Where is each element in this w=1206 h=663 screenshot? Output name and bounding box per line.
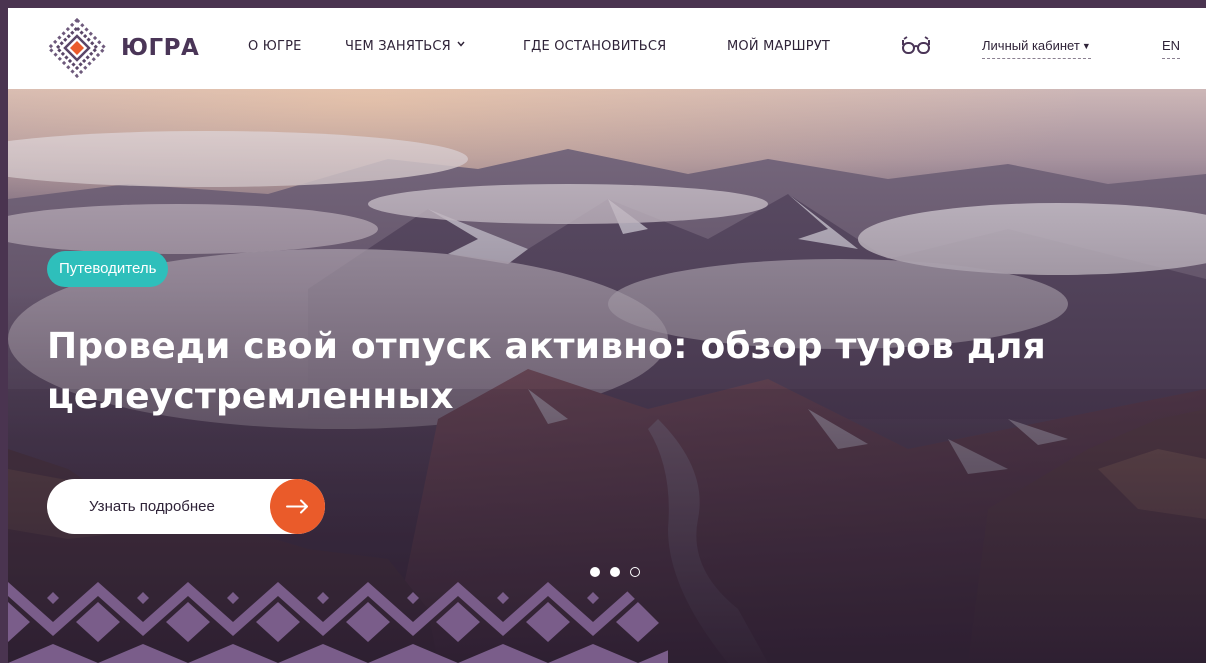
- site-header: ЮГРА О ЮГРЕ ЧЕМ ЗАНЯТЬСЯ ГДЕ ОСТАНОВИТЬС…: [8, 8, 1206, 89]
- arrow-right-icon: [270, 479, 325, 534]
- nav-activities-label: ЧЕМ ЗАНЯТЬСЯ: [345, 39, 451, 54]
- slider-dot-2[interactable]: [610, 567, 620, 577]
- logo-text: ЮГРА: [121, 35, 200, 61]
- learn-more-button[interactable]: Узнать подробнее: [47, 479, 325, 534]
- ornament-decoration: [8, 582, 668, 663]
- nav-activities[interactable]: ЧЕМ ЗАНЯТЬСЯ: [345, 39, 465, 54]
- account-label: Личный кабинет: [982, 38, 1080, 53]
- caret-down-icon: ▼: [1081, 41, 1091, 51]
- category-tag[interactable]: Путеводитель: [47, 251, 169, 287]
- language-switch[interactable]: EN: [1162, 38, 1181, 59]
- page: ЮГРА О ЮГРЕ ЧЕМ ЗАНЯТЬСЯ ГДЕ ОСТАНОВИТЬС…: [8, 8, 1206, 663]
- nav-route[interactable]: МОЙ МАРШРУТ: [727, 39, 830, 54]
- slider-dot-3[interactable]: [630, 567, 640, 577]
- hero-title: Проведи свой отпуск активно: обзор туров…: [47, 326, 1046, 417]
- nav-stay[interactable]: ГДЕ ОСТАНОВИТЬСЯ: [523, 39, 666, 54]
- logo-link[interactable]: ЮГРА: [47, 18, 199, 78]
- slider-dot-1[interactable]: [590, 567, 600, 577]
- learn-more-label: Узнать подробнее: [89, 498, 215, 515]
- hero-slider: Путеводитель Проведи свой отпуск активно…: [8, 89, 1206, 663]
- slider-dots: [590, 567, 640, 577]
- account-link[interactable]: Личный кабинет ▼: [982, 38, 1091, 59]
- chevron-down-icon: [457, 41, 465, 47]
- nav-about[interactable]: О ЮГРЕ: [248, 39, 302, 54]
- logo-icon: [47, 18, 107, 78]
- glasses-icon[interactable]: [901, 35, 931, 61]
